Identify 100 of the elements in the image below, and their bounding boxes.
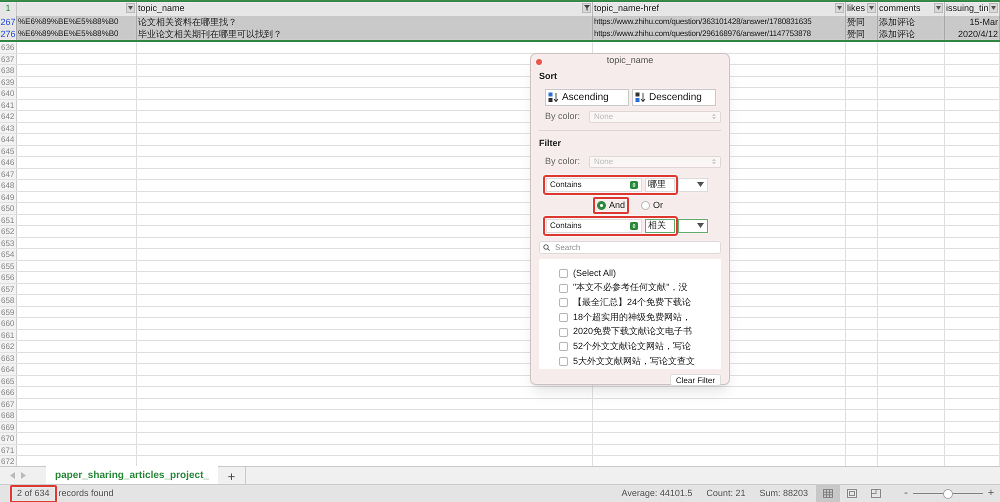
sheet-tab[interactable]: paper_sharing_articles_project_ — [46, 466, 218, 484]
funnel-icon — [584, 5, 590, 11]
zoom-slider-thumb[interactable] — [943, 488, 953, 498]
row-number: 652 — [0, 226, 17, 236]
active-filter-button[interactable] — [582, 3, 591, 13]
table-cell: %E6%89%BE%E5%88%B0 — [17, 28, 137, 40]
row-number: 656 — [0, 272, 17, 282]
row-number: 639 — [0, 76, 17, 87]
search-field[interactable]: Search — [539, 240, 721, 254]
checkbox[interactable] — [559, 268, 568, 278]
clear-filter-button[interactable]: Clear Filter — [670, 374, 721, 386]
dropdown-caret-icon — [837, 6, 842, 10]
row-number: 669 — [0, 422, 17, 432]
filter-heading: Filter — [539, 136, 562, 150]
criteria-field[interactable]: 哪里 — [645, 178, 675, 192]
row-number: 267 — [0, 16, 17, 28]
search-icon — [543, 244, 550, 250]
checkbox[interactable] — [559, 284, 568, 293]
filter-button[interactable] — [934, 3, 943, 13]
sort-ascending-icon — [548, 92, 559, 103]
row-number: 651 — [0, 214, 17, 225]
view-button[interactable] — [816, 484, 840, 502]
filter-button[interactable] — [867, 3, 876, 13]
row-number: 667 — [0, 398, 17, 409]
filter-value-label: 5大外文文献网站，写论文查文 — [573, 354, 696, 368]
row-number: 657 — [0, 284, 17, 294]
filter-button[interactable] — [835, 3, 844, 13]
operator-select[interactable]: Contains — [546, 218, 642, 232]
dropdown-caret-icon — [869, 6, 874, 10]
join-radio[interactable]: And — [592, 196, 629, 214]
checkbox[interactable] — [559, 342, 568, 352]
row-number: 666 — [0, 387, 17, 398]
sort-descending-icon — [635, 92, 646, 103]
operator-select[interactable]: Contains — [546, 178, 642, 192]
dropdown-caret-icon — [697, 223, 704, 228]
row-number: 650 — [0, 203, 17, 214]
zoom-out-button[interactable]: - — [902, 485, 910, 502]
stepper-icon — [630, 180, 638, 188]
row-number: 668 — [0, 410, 17, 420]
row-number: 644 — [0, 134, 17, 144]
table-row[interactable]: 276 %E6%89%BE%E5%88%B0 毕业论文相关期刊在哪里可以找到？ https://www.zhihu.com/question/296168976/answer/1147753878 赞同 添加评论 2020/4/12 — [0, 28, 1000, 40]
average-text: Average: 44101.5 — [622, 486, 692, 500]
table-cell: https://www.zhihu.com/question/296168976/answer/1147753878 — [593, 28, 846, 40]
scroll-right-icon[interactable] — [21, 472, 26, 479]
row-number: 659 — [0, 306, 17, 317]
column-header: issuing_tin — [946, 2, 989, 16]
checkbox[interactable] — [559, 328, 568, 337]
row-number: 671 — [0, 444, 17, 455]
zoom-slider[interactable] — [913, 488, 983, 498]
table-cell: 添加评论 — [878, 28, 945, 40]
row-number: 661 — [0, 330, 17, 340]
row-number: 653 — [0, 238, 17, 248]
row-number: 640 — [0, 88, 17, 98]
row-number: 660 — [0, 318, 17, 328]
join-radio[interactable]: Or — [637, 196, 667, 214]
row-number: 645 — [0, 146, 17, 156]
row-number: 637 — [0, 54, 17, 64]
dropdown-caret-icon — [991, 6, 996, 10]
count-text: Count: 21 — [706, 486, 746, 500]
row-number: 672 — [0, 456, 17, 466]
row-number: 643 — [0, 122, 17, 133]
row-number: 664 — [0, 364, 17, 374]
dropdown-caret-icon — [697, 182, 704, 187]
row-number: 655 — [0, 260, 17, 271]
page-break-icon — [871, 489, 881, 498]
by-color-label: By color: — [545, 110, 582, 123]
table-cell: 赞同 — [846, 28, 878, 40]
sort-ascending-button[interactable]: Ascending — [545, 89, 629, 106]
table-row[interactable]: 267 %E6%89%BE%E5%88%B0 论文相关资料在哪里找？ https://www.zhihu.com/question/363101428/answer/1780831635 赞同 添加评论 15-Mar — [0, 16, 1000, 28]
column-header: topic_name — [138, 2, 185, 16]
records-found-text: records found — [58, 486, 114, 500]
row-number: 641 — [0, 100, 17, 110]
by-color-label: By color: — [545, 155, 582, 168]
row-number: 662 — [0, 341, 17, 352]
page-layout-icon — [847, 489, 857, 498]
checkbox[interactable] — [559, 298, 568, 308]
sort-descending-button[interactable]: Descending — [632, 89, 716, 106]
scroll-left-icon[interactable] — [10, 472, 15, 479]
zoom-in-button[interactable]: + — [986, 485, 996, 502]
filter-button[interactable] — [989, 3, 998, 13]
table-cell: 毕业论文相关期刊在哪里可以找到？ — [137, 28, 593, 40]
criteria-dropdown[interactable] — [678, 218, 708, 232]
sum-text: Sum: 88203 — [759, 486, 808, 500]
filter-button[interactable] — [126, 3, 135, 13]
column-header: likes — [847, 2, 866, 16]
records-count: 2 of 634 — [10, 484, 57, 502]
row-number: 646 — [0, 157, 17, 168]
row-number: 654 — [0, 249, 17, 260]
row-number: 649 — [0, 192, 17, 202]
row-number: 663 — [0, 352, 17, 363]
row-number: 638 — [0, 65, 17, 76]
column-header: comments — [879, 2, 921, 16]
checkbox[interactable] — [559, 313, 568, 322]
column-header: topic_name-href — [594, 2, 660, 16]
stepper-icon — [712, 113, 716, 120]
row-number: 636 — [0, 42, 17, 52]
dropdown-caret-icon — [128, 6, 133, 10]
checkbox[interactable] — [559, 357, 568, 366]
criteria-field[interactable]: 相关 — [645, 218, 675, 232]
filter-value-label: 52个外文文献论文网站，写论 — [573, 340, 692, 354]
